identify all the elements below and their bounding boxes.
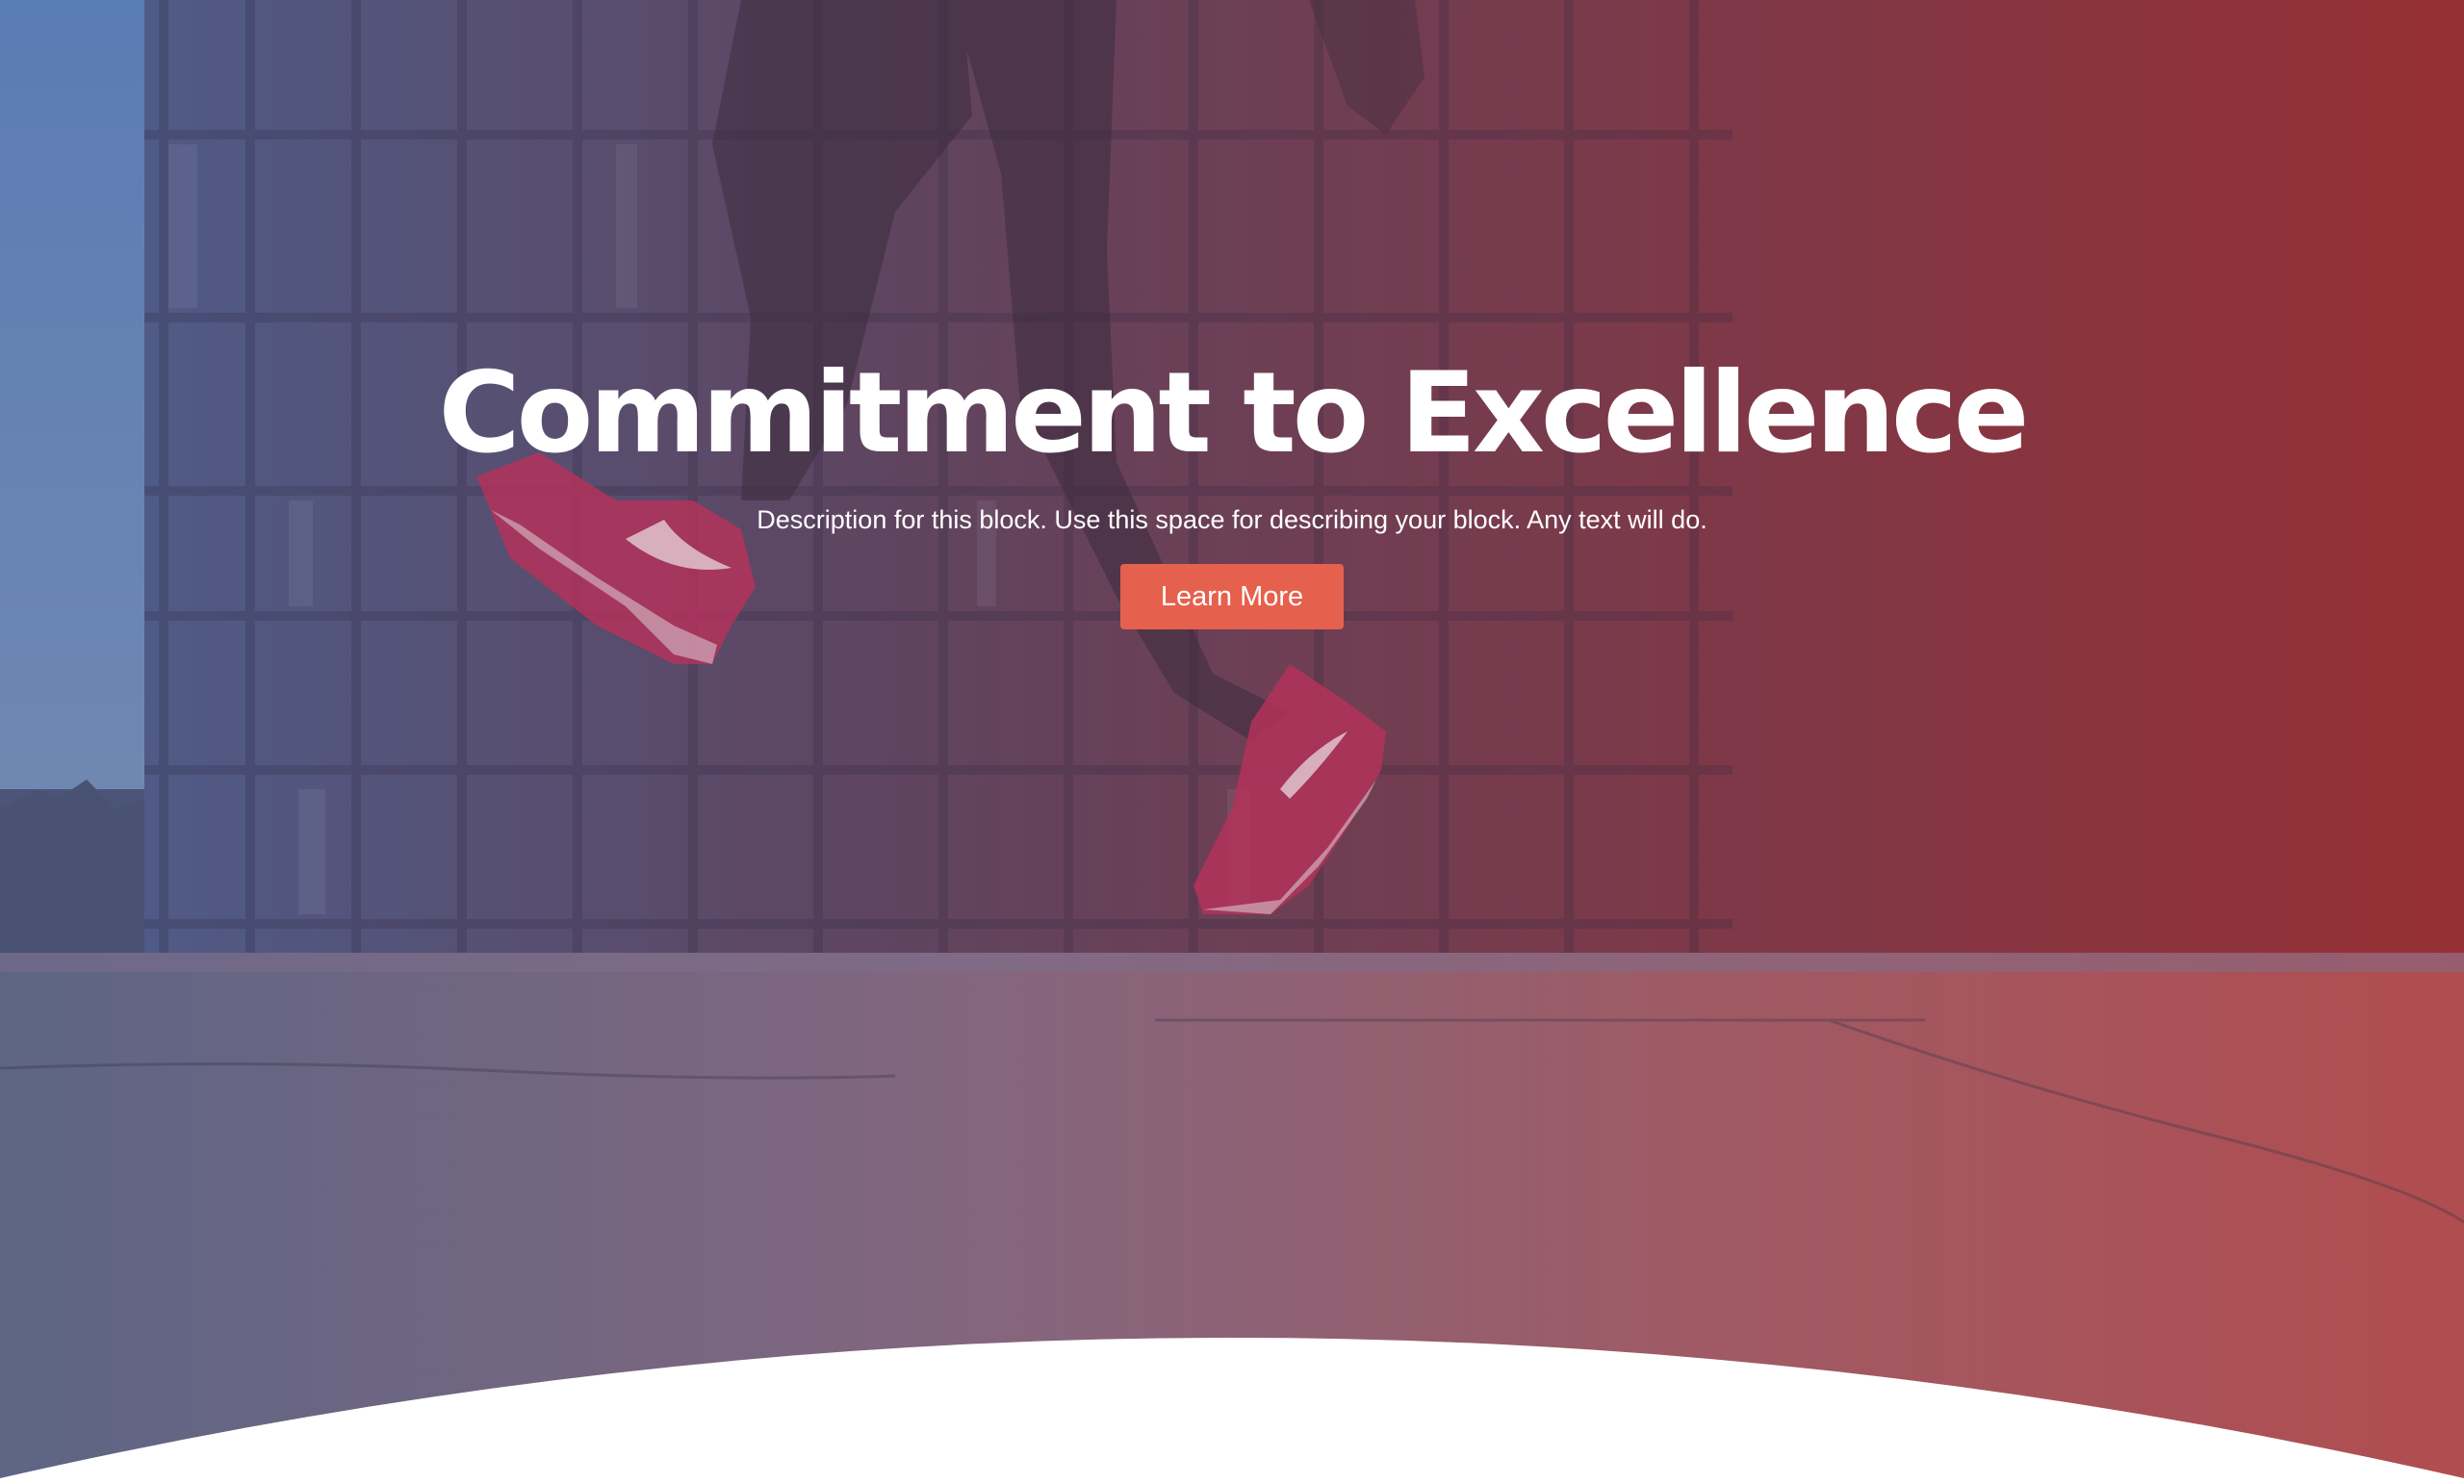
learn-more-button[interactable]: Learn More xyxy=(1120,564,1344,629)
hero-title: Commitment to Excellence xyxy=(438,348,2030,478)
hero-content: Commitment to Excellence Description for… xyxy=(0,346,2464,629)
hero-section: Commitment to Excellence Description for… xyxy=(0,0,2464,1484)
hero-background-photo xyxy=(0,0,2464,1484)
hero-description: Description for this block. Use this spa… xyxy=(757,505,1707,534)
